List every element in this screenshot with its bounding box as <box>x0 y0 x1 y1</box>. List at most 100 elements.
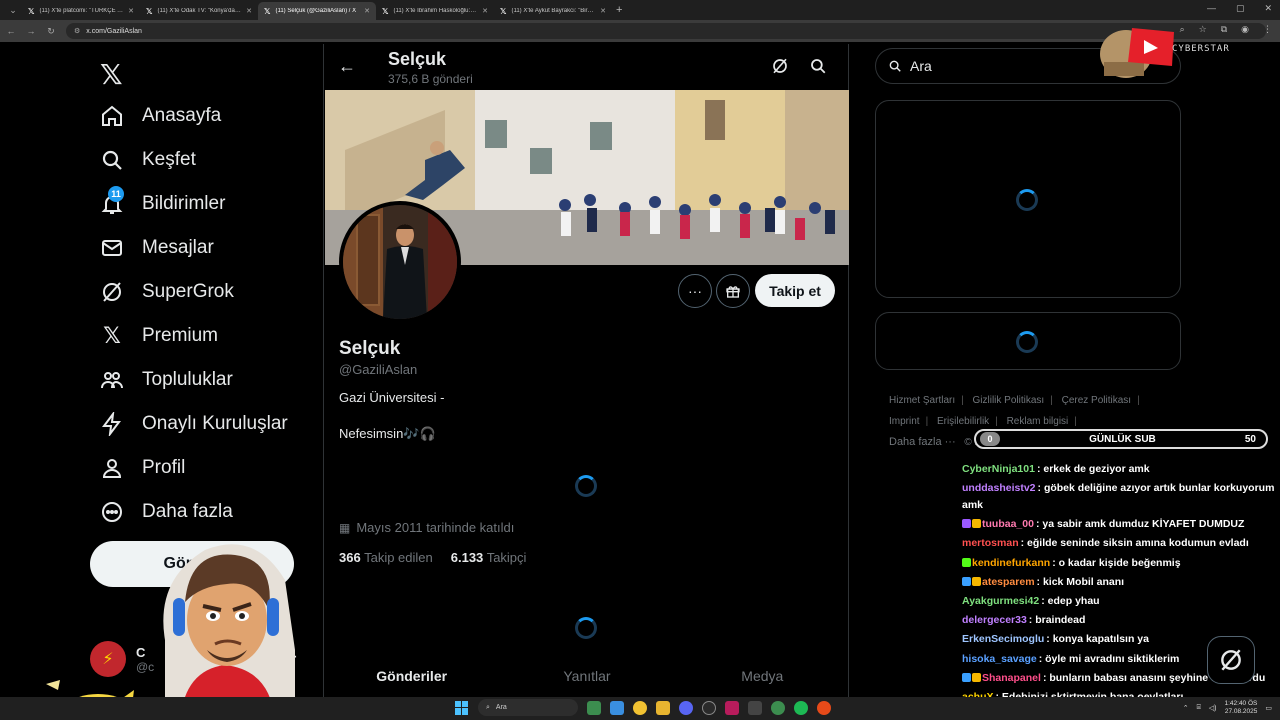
bookmark-star-icon[interactable]: ☆ <box>1199 24 1207 35</box>
footer-link-more[interactable]: Daha fazla ··· <box>889 436 956 448</box>
mail-icon <box>100 236 124 260</box>
site-info-icon[interactable]: ⚙ <box>74 27 80 35</box>
close-tab-icon[interactable]: ✕ <box>246 7 252 15</box>
grok-icon[interactable] <box>771 57 789 75</box>
search-input[interactable] <box>910 58 1110 74</box>
profile-bio-line: Gazi Üniversitesi - <box>339 390 445 405</box>
profile-handle: @GaziliAslan <box>339 362 418 377</box>
close-window-icon[interactable]: ✕ <box>1264 3 1272 14</box>
chat-text: : erkek de geziyor amk <box>1036 463 1150 475</box>
tray-chevron-icon[interactable]: ⌃ <box>1183 704 1189 712</box>
network-icon[interactable]: ⌸ <box>1197 704 1201 712</box>
following-link[interactable]: 366 Takip edilen <box>339 550 433 565</box>
nav-item-home[interactable]: Anasayfa <box>100 94 221 138</box>
taskbar-app-icon[interactable] <box>748 700 762 715</box>
taskbar-app-icon[interactable] <box>610 700 624 715</box>
close-tab-icon[interactable]: ✕ <box>364 7 370 15</box>
chat-message: kendinefurkann: o kadar kişide beğenmiş <box>962 554 1280 573</box>
nav-item-messages[interactable]: Mesajlar <box>100 226 214 270</box>
nav-item-supergrok[interactable]: SuperGrok <box>100 270 234 314</box>
nav-item-explore[interactable]: Keşfet <box>100 138 196 182</box>
close-tab-icon[interactable]: ✕ <box>482 7 488 15</box>
footer-link-ads[interactable]: Reklam bilgisi <box>1007 416 1069 427</box>
footer-link-accessibility[interactable]: Erişilebilirlik <box>937 416 989 427</box>
chat-text: : edep yhau <box>1041 595 1100 608</box>
footer-link-privacy[interactable]: Gizlilik Politikası <box>973 395 1045 406</box>
minimize-icon[interactable]: — <box>1207 3 1216 14</box>
tab-media[interactable]: Medya <box>675 668 850 692</box>
file-explorer-icon[interactable] <box>656 700 670 715</box>
chat-message: unddasheistv2: göbek deliğine azıyor art… <box>962 480 1280 514</box>
taskbar-clock[interactable]: 1:42:40 ÖS 27.08.2025 <box>1224 700 1257 716</box>
browser-tab-bar: ⌄ 𝕏 (11) X'te platcomi: "TÜRKÇE ALT... ✕ 𝕏… <box>0 0 1280 20</box>
taskbar-app-icon[interactable] <box>817 700 831 715</box>
footer-link-imprint[interactable]: Imprint <box>889 416 920 427</box>
chat-username: tuubaa_00 <box>982 518 1034 531</box>
chat-username: Shanapanel <box>982 671 1041 684</box>
spotify-icon[interactable] <box>794 700 808 715</box>
chat-message: Ayakgurmesi42: edep yhau <box>962 592 1280 611</box>
browser-tab[interactable]: 𝕏 (11) X'te Odak TV: "Konya'da bi... ✕ <box>140 2 258 20</box>
profile-avatar[interactable] <box>339 201 461 323</box>
browser-tab[interactable]: 𝕏 (11) X'te Aykut Bayrakcı: "Bir de... ✕ <box>494 2 612 20</box>
tab-list-icon[interactable]: ⌄ <box>4 2 22 18</box>
nav-item-premium[interactable]: 𝕏 Premium <box>100 314 218 358</box>
notifications-icon[interactable]: ▭ <box>1265 704 1272 712</box>
volume-icon[interactable]: ◁) <box>1209 704 1217 712</box>
gift-button[interactable] <box>716 274 750 308</box>
profile-icon[interactable]: ◉ <box>1241 24 1249 35</box>
chat-username: mertosman <box>962 537 1019 550</box>
nav-item-profile[interactable]: Profil <box>100 446 185 490</box>
footer-link-cookies[interactable]: Çerez Politikası <box>1062 395 1131 406</box>
x-favicon-icon: 𝕏 <box>146 6 153 16</box>
obs-icon[interactable] <box>702 700 716 715</box>
loading-spinner <box>575 475 597 497</box>
nav-item-notifications[interactable]: 11 Bildirimler <box>100 182 225 226</box>
lightning-icon <box>100 412 124 436</box>
taskbar-app-icon[interactable] <box>587 700 601 715</box>
reload-icon[interactable]: ↻ <box>46 26 56 37</box>
windows-start-icon[interactable] <box>455 700 469 715</box>
discord-icon[interactable] <box>679 700 693 715</box>
footer-link-terms[interactable]: Hizmet Şartları <box>889 395 955 406</box>
back-arrow-icon[interactable]: ← <box>338 56 356 77</box>
browser-tab[interactable]: 𝕏 (11) X'te İbrahim Haskoloğlu: "... ✕ <box>376 2 494 20</box>
tab-replies[interactable]: Yanıtlar <box>499 668 674 692</box>
x-logo-icon[interactable]: 𝕏 <box>100 58 123 91</box>
chrome-icon[interactable] <box>633 700 647 715</box>
window-controls: — ▢ ✕ <box>1207 3 1272 14</box>
new-tab-icon[interactable]: + <box>616 4 622 16</box>
forward-icon[interactable]: → <box>26 26 36 36</box>
search-icon[interactable] <box>809 57 827 75</box>
grok-floating-button[interactable] <box>1207 636 1255 684</box>
back-icon[interactable]: ← <box>6 26 16 36</box>
maximize-icon[interactable]: ▢ <box>1236 3 1245 14</box>
taskbar-app-icon[interactable] <box>771 700 785 715</box>
tab-posts[interactable]: Gönderiler <box>324 668 499 692</box>
header-post-count: 375,6 B gönderi <box>388 72 473 86</box>
close-tab-icon[interactable]: ✕ <box>600 7 606 15</box>
x-logo-icon: 𝕏 <box>103 323 121 348</box>
browser-address-bar: ← → ↻ ⚙ x.com/GaziliAslan ⌕ ☆ ⧉ ◉ ⋮ <box>0 20 1280 42</box>
search-icon <box>100 148 124 172</box>
followers-link[interactable]: 6.133 Takipçi <box>451 550 527 565</box>
more-dots-icon: ··· <box>688 283 702 299</box>
chat-username: unddasheistv2 <box>962 482 1036 495</box>
browser-menu-icon[interactable]: ⋮ <box>1263 24 1272 35</box>
nav-item-communities[interactable]: Topluluklar <box>100 358 233 402</box>
url-field[interactable]: ⚙ x.com/GaziliAslan <box>66 23 1266 39</box>
x-favicon-icon: 𝕏 <box>264 6 271 16</box>
taskbar-app-icon[interactable] <box>725 700 739 715</box>
browser-tab-active[interactable]: 𝕏 (11) Selçuk (@GaziliAslan) / X ✕ <box>258 2 376 20</box>
profile-display-name: Selçuk <box>339 338 401 359</box>
taskbar-search[interactable]: ⌕ Ara <box>478 699 578 716</box>
follow-button[interactable]: Takip et <box>755 274 835 307</box>
nav-item-verified-orgs[interactable]: Onaylı Kuruluşlar <box>100 402 288 446</box>
profile-more-button[interactable]: ··· <box>678 274 712 308</box>
search-icon <box>889 60 901 72</box>
chat-username: ErkenSecimoglu <box>962 633 1045 646</box>
browser-tab[interactable]: 𝕏 (11) X'te platcomi: "TÜRKÇE ALT... ✕ <box>22 2 140 20</box>
zoom-icon[interactable]: ⌕ <box>1180 24 1185 35</box>
extensions-icon[interactable]: ⧉ <box>1221 24 1227 35</box>
close-tab-icon[interactable]: ✕ <box>128 7 134 15</box>
